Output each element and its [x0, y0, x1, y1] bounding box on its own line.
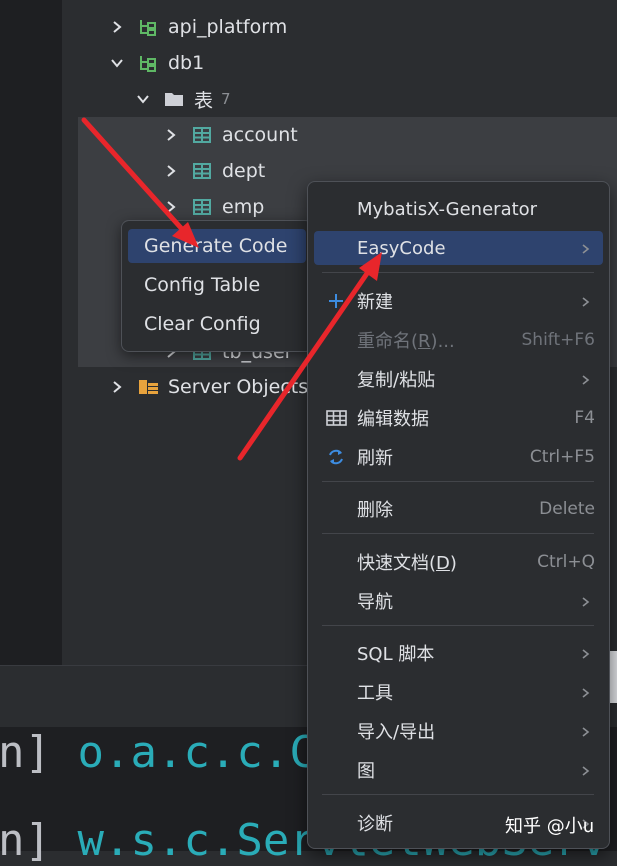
chevron-right-icon[interactable]: [164, 164, 178, 178]
tree-item-db1[interactable]: db1: [110, 45, 204, 81]
chevron-right-icon[interactable]: [110, 20, 124, 34]
easycode-menu-item[interactable]: EasyCode: [314, 231, 603, 265]
sql-script-menu-item[interactable]: SQL 脚本: [314, 636, 603, 670]
table-icon: [192, 161, 212, 181]
chevron-down-icon[interactable]: [110, 56, 124, 70]
chevron-right-icon: [581, 684, 591, 705]
table-grid-icon: [326, 408, 347, 428]
chevron-right-icon: [581, 593, 591, 614]
tree-item-label: account: [222, 124, 298, 146]
table-count: 7: [221, 90, 231, 108]
table-icon: [192, 197, 212, 217]
navigate-menu-item[interactable]: 导航: [314, 584, 603, 618]
tree-item-label: db1: [168, 52, 205, 74]
chevron-down-icon[interactable]: [136, 92, 150, 106]
menu-separator: [322, 481, 594, 482]
chevron-right-icon: [581, 371, 591, 392]
chevron-right-icon: [581, 240, 591, 261]
chevron-right-icon: [581, 645, 591, 666]
tree-item-label: dept: [222, 160, 266, 182]
plus-icon: [326, 291, 346, 311]
tree-item-label: 表: [194, 89, 214, 112]
chevron-right-icon: [581, 293, 591, 314]
tree-item-api-platform[interactable]: api_platform: [110, 9, 287, 45]
rename-menu-item[interactable]: 重命名(R)... Shift+F6: [314, 323, 603, 357]
easycode-submenu: Generate Code Config Table Clear Config: [121, 220, 313, 352]
editor-gutter: [0, 0, 62, 665]
clear-config-menu-item[interactable]: Clear Config: [128, 307, 306, 341]
generate-code-menu-item[interactable]: Generate Code: [128, 229, 306, 263]
diagram-menu-item[interactable]: 图: [314, 753, 603, 787]
copy-paste-menu-item[interactable]: 复制/粘贴: [314, 362, 603, 396]
import-export-menu-item[interactable]: 导入/导出: [314, 714, 603, 748]
tree-item-label: emp: [222, 196, 265, 218]
server-objects-icon: [138, 377, 158, 397]
refresh-menu-item[interactable]: 刷新 Ctrl+F5: [314, 440, 603, 474]
quick-docs-menu-item[interactable]: 快速文档(D) Ctrl+Q: [314, 545, 603, 579]
new-menu-item[interactable]: 新建: [314, 284, 603, 318]
menu-separator: [322, 272, 594, 273]
mybatisx-generator-menu-item[interactable]: MybatisX-Generator: [314, 192, 603, 226]
edit-data-menu-item[interactable]: 编辑数据 F4: [314, 401, 603, 435]
tools-menu-item[interactable]: 工具: [314, 675, 603, 709]
config-table-menu-item[interactable]: Config Table: [128, 268, 306, 302]
tree-item-label: api_platform: [168, 16, 288, 38]
tree-item-account[interactable]: account: [164, 117, 298, 153]
schema-icon: [138, 17, 158, 37]
menu-separator: [322, 533, 594, 534]
chevron-right-icon[interactable]: [110, 380, 124, 394]
menu-separator: [322, 625, 594, 626]
table-icon: [192, 125, 212, 145]
tree-item-tables-folder[interactable]: 表 7: [136, 81, 231, 117]
refresh-icon: [326, 447, 346, 467]
schema-icon: [138, 53, 158, 73]
watermark-text: 知乎 @小u: [505, 816, 595, 837]
chevron-right-icon: [581, 762, 591, 783]
tree-item-label: Server Objects: [168, 376, 309, 398]
folder-icon: [164, 89, 184, 109]
chevron-right-icon[interactable]: [164, 128, 178, 142]
menu-separator: [322, 794, 594, 795]
tree-item-dept[interactable]: dept: [164, 153, 265, 189]
chevron-right-icon: [581, 723, 591, 744]
context-menu: MybatisX-Generator EasyCode 新建 重命名(R)...…: [307, 181, 610, 849]
tree-item-server-objects[interactable]: Server Objects: [110, 369, 308, 405]
delete-menu-item[interactable]: 删除 Delete: [314, 492, 603, 526]
chevron-right-icon[interactable]: [164, 200, 178, 214]
